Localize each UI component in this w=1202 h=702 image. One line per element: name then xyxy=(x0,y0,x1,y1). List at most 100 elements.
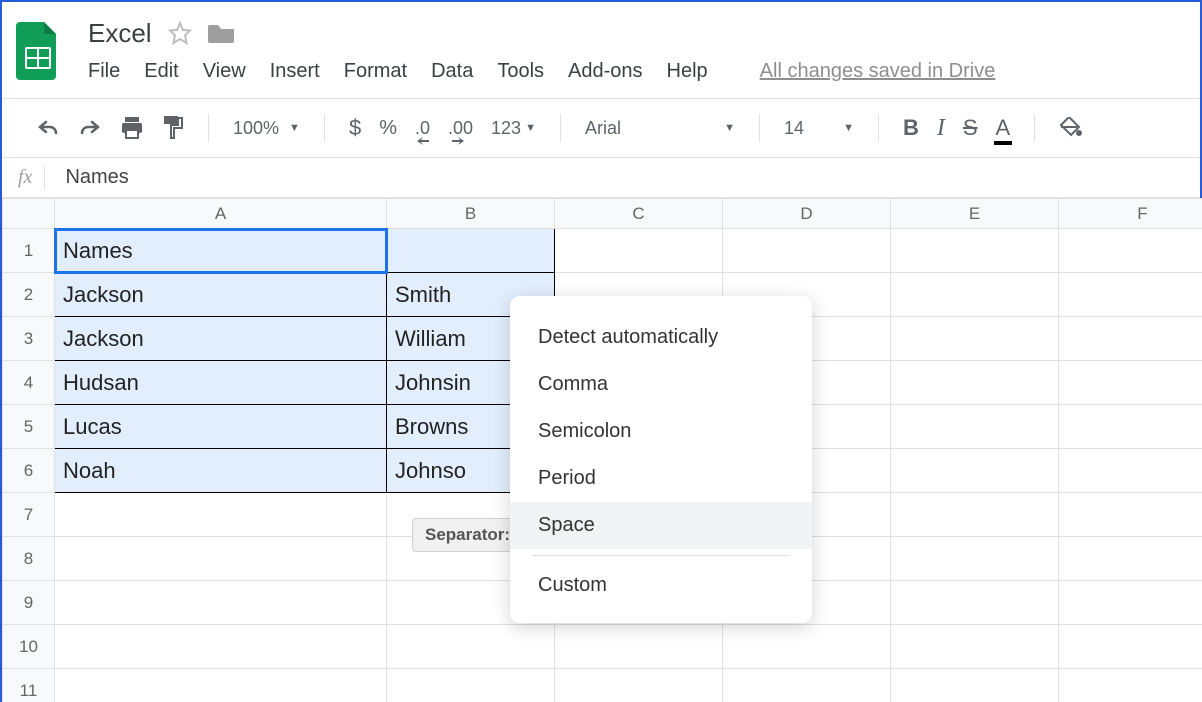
format-currency-button[interactable]: $ xyxy=(349,115,361,141)
row-header[interactable]: 9 xyxy=(3,581,55,625)
row-header[interactable]: 1 xyxy=(3,229,55,273)
col-header-E[interactable]: E xyxy=(891,199,1059,229)
row-header[interactable]: 11 xyxy=(3,669,55,702)
col-header-A[interactable]: A xyxy=(55,199,387,229)
print-button[interactable] xyxy=(120,117,144,139)
star-icon[interactable] xyxy=(168,21,192,45)
fill-color-button[interactable] xyxy=(1059,117,1083,139)
cell[interactable] xyxy=(891,229,1059,273)
cell[interactable] xyxy=(723,229,891,273)
cell[interactable] xyxy=(387,625,555,669)
cell[interactable] xyxy=(891,537,1059,581)
cell[interactable] xyxy=(1059,493,1202,537)
cell[interactable] xyxy=(891,493,1059,537)
menu-addons[interactable]: Add-ons xyxy=(568,60,643,83)
cell[interactable] xyxy=(55,581,387,625)
cell-B1[interactable] xyxy=(387,229,555,273)
separator-option-period[interactable]: Period xyxy=(510,455,812,502)
paint-format-button[interactable] xyxy=(162,116,184,140)
row-header[interactable]: 8 xyxy=(3,537,55,581)
cell[interactable] xyxy=(891,581,1059,625)
separator-option-semicolon[interactable]: Semicolon xyxy=(510,408,812,455)
col-header-C[interactable]: C xyxy=(555,199,723,229)
font-family-select[interactable]: Arial ▼ xyxy=(585,118,735,139)
cell[interactable] xyxy=(891,361,1059,405)
menu-view[interactable]: View xyxy=(203,60,246,83)
decrease-decimal-button[interactable]: .0 xyxy=(415,118,430,139)
separator-menu-divider xyxy=(532,555,790,556)
cell[interactable] xyxy=(555,625,723,669)
formula-bar[interactable]: fx Names xyxy=(2,158,1200,198)
cell[interactable] xyxy=(723,625,891,669)
cell-A2[interactable]: Jackson xyxy=(55,273,387,317)
font-size-select[interactable]: 14 ▼ xyxy=(784,118,854,139)
undo-button[interactable] xyxy=(36,118,60,138)
cell[interactable] xyxy=(891,625,1059,669)
cell[interactable] xyxy=(555,229,723,273)
row-header[interactable]: 2 xyxy=(3,273,55,317)
cell-A3[interactable]: Jackson xyxy=(55,317,387,361)
col-header-D[interactable]: D xyxy=(723,199,891,229)
strikethrough-button[interactable]: S xyxy=(963,115,978,141)
cell[interactable] xyxy=(723,669,891,702)
text-color-button[interactable]: A xyxy=(996,115,1011,141)
row-header[interactable]: 6 xyxy=(3,449,55,493)
cell[interactable] xyxy=(1059,669,1202,702)
folder-icon[interactable] xyxy=(208,21,236,45)
cell[interactable] xyxy=(1059,273,1202,317)
zoom-select[interactable]: 100% ▼ xyxy=(233,118,300,139)
menu-format[interactable]: Format xyxy=(344,60,407,83)
cell[interactable] xyxy=(1059,625,1202,669)
italic-button[interactable]: I xyxy=(937,115,945,142)
cell[interactable] xyxy=(1059,449,1202,493)
menu-data[interactable]: Data xyxy=(431,60,473,83)
cell[interactable] xyxy=(891,273,1059,317)
separator-option-detect[interactable]: Detect automatically xyxy=(510,314,812,361)
col-header-F[interactable]: F xyxy=(1059,199,1202,229)
separator-option-custom[interactable]: Custom xyxy=(510,562,812,609)
cell-A6[interactable]: Noah xyxy=(55,449,387,493)
cell[interactable] xyxy=(1059,317,1202,361)
menu-insert[interactable]: Insert xyxy=(270,60,320,83)
menu-tools[interactable]: Tools xyxy=(497,60,544,83)
separator-option-space[interactable]: Space xyxy=(510,502,812,549)
redo-button[interactable] xyxy=(78,118,102,138)
row-header[interactable]: 7 xyxy=(3,493,55,537)
cell-A5[interactable]: Lucas xyxy=(55,405,387,449)
cell[interactable] xyxy=(891,317,1059,361)
cell-A4[interactable]: Hudsan xyxy=(55,361,387,405)
menu-file[interactable]: File xyxy=(88,60,120,83)
document-title[interactable]: Excel xyxy=(88,18,152,49)
cell[interactable] xyxy=(1059,581,1202,625)
more-formats-button[interactable]: 123 ▼ xyxy=(491,118,536,139)
menu-help[interactable]: Help xyxy=(667,60,708,83)
bold-button[interactable]: B xyxy=(903,115,919,141)
row-header[interactable]: 3 xyxy=(3,317,55,361)
cell[interactable] xyxy=(555,669,723,702)
cell-A1[interactable]: Names xyxy=(55,229,387,273)
col-header-B[interactable]: B xyxy=(387,199,555,229)
chevron-down-icon: ▼ xyxy=(525,122,536,134)
select-all-corner[interactable] xyxy=(3,199,55,229)
cell[interactable] xyxy=(1059,537,1202,581)
cell[interactable] xyxy=(1059,361,1202,405)
row-header[interactable]: 4 xyxy=(3,361,55,405)
format-percent-button[interactable]: % xyxy=(379,117,397,140)
row-header[interactable]: 10 xyxy=(3,625,55,669)
save-status[interactable]: All changes saved in Drive xyxy=(760,60,996,83)
separator-option-comma[interactable]: Comma xyxy=(510,361,812,408)
cell[interactable] xyxy=(55,625,387,669)
cell[interactable] xyxy=(55,493,387,537)
cell[interactable] xyxy=(387,669,555,702)
cell[interactable] xyxy=(55,669,387,702)
increase-decimal-button[interactable]: .00 xyxy=(448,118,473,139)
cell[interactable] xyxy=(891,449,1059,493)
row-header[interactable]: 5 xyxy=(3,405,55,449)
menu-edit[interactable]: Edit xyxy=(144,60,178,83)
cell[interactable] xyxy=(55,537,387,581)
cell[interactable] xyxy=(1059,405,1202,449)
separator-chip[interactable]: Separator: xyxy=(412,518,523,552)
cell[interactable] xyxy=(891,405,1059,449)
cell[interactable] xyxy=(1059,229,1202,273)
cell[interactable] xyxy=(891,669,1059,702)
